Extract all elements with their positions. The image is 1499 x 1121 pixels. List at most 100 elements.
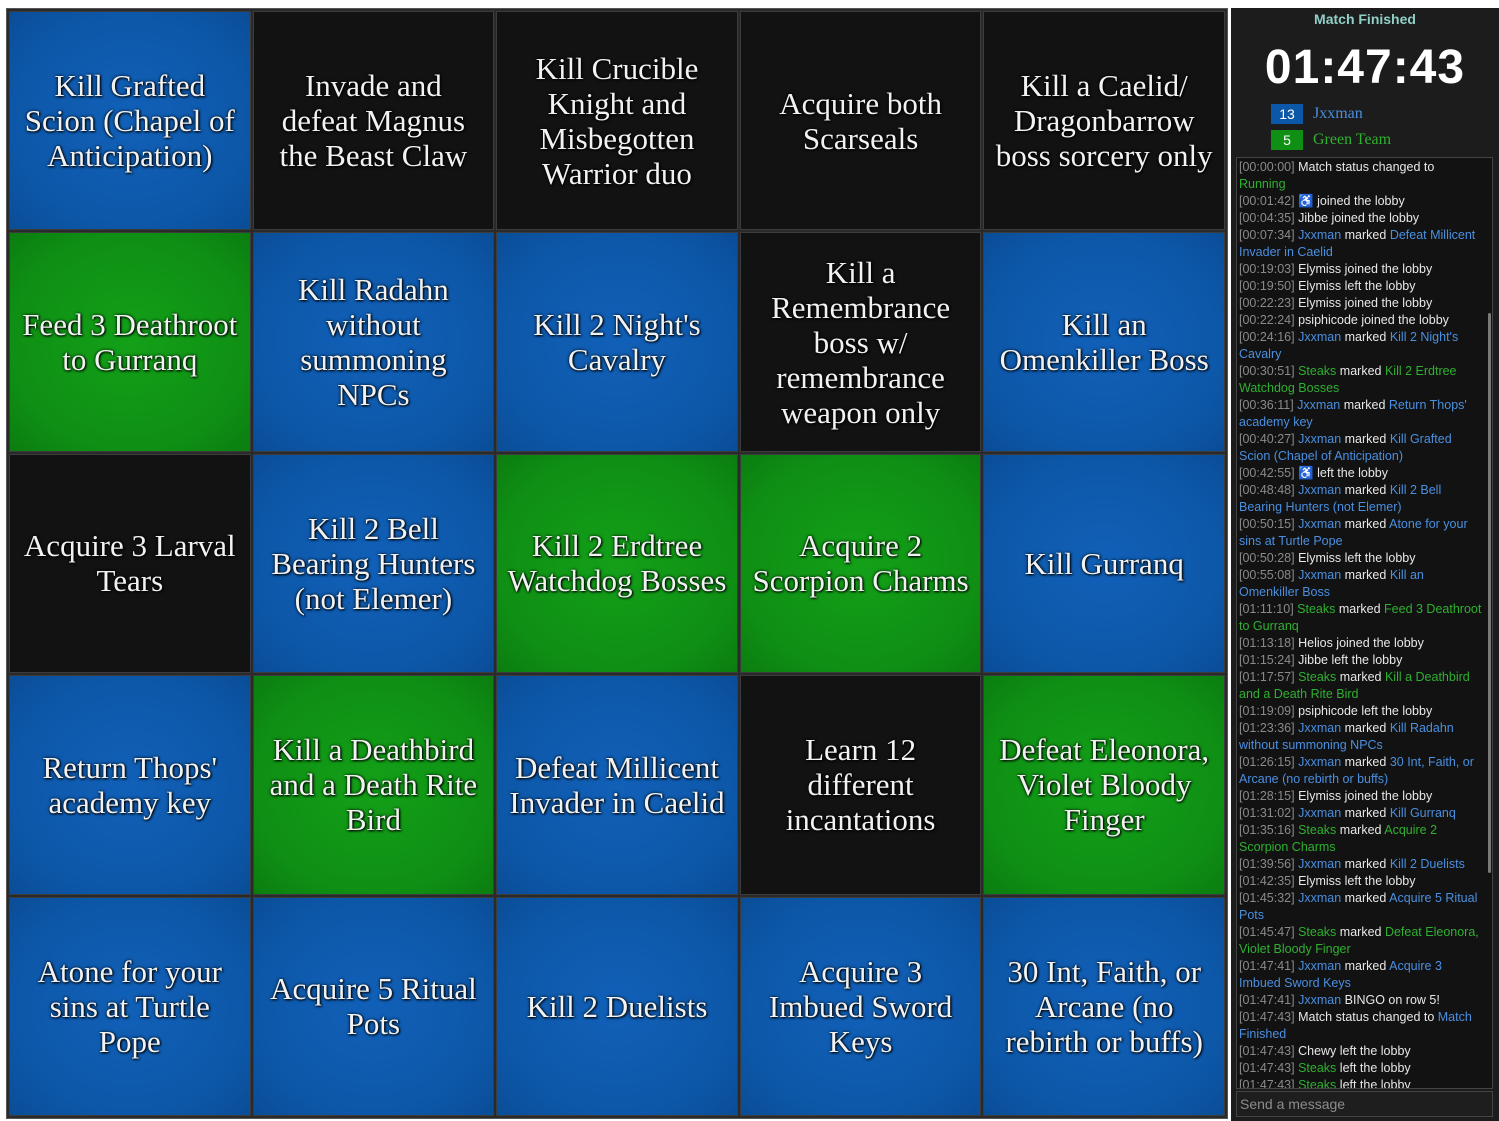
board-cell[interactable]: Kill 2 Erdtree Watchdog Bosses (496, 453, 738, 674)
board-cell[interactable]: Kill Radahn without summoning NPCs (252, 232, 495, 452)
log-text: Elymiss left the lobby (1298, 279, 1416, 293)
log-text: psiphicode left the lobby (1298, 704, 1433, 718)
log-text: Elymiss joined the lobby (1298, 789, 1433, 803)
log-entry: [00:19:03] Elymiss joined the lobby (1239, 261, 1490, 278)
log-highlight: Jxxman (1298, 517, 1342, 531)
log-entry: [00:36:11] Jxxman marked Return Thops' a… (1239, 397, 1490, 431)
board-cell[interactable]: Kill Grafted Scion (Chapel of Anticipati… (9, 11, 251, 231)
board-cell[interactable]: Feed 3 Deathroot to Gurranq (9, 232, 251, 452)
chat-input[interactable] (1236, 1091, 1493, 1117)
board-cell[interactable]: Acquire 5 Ritual Pots (252, 896, 495, 1116)
log-highlight: Jxxman (1298, 721, 1342, 735)
log-text: marked (1336, 670, 1385, 684)
log-entry: [00:00:00] Match status changed to Runni… (1239, 159, 1490, 193)
board-cell[interactable]: Invade and defeat Magnus the Beast Claw (252, 11, 495, 231)
log-entry: [00:50:28] Elymiss left the lobby (1239, 550, 1490, 567)
log-text: Elymiss left the lobby (1298, 551, 1416, 565)
log-text: marked (1336, 823, 1385, 837)
log-highlight: Jxxman (1298, 483, 1342, 497)
board-cell[interactable]: Defeat Millicent Invader in Caelid (496, 675, 738, 895)
log-entry: [00:40:27] Jxxman marked Kill Grafted Sc… (1239, 431, 1490, 465)
log-text: Jibbe left the lobby (1298, 653, 1403, 667)
board-cell[interactable]: Acquire 3 Larval Tears (9, 453, 251, 674)
event-log-entries: [00:00:00] Match status changed to Runni… (1239, 159, 1490, 1089)
log-entry: [01:35:16] Steaks marked Acquire 2 Scorp… (1239, 822, 1490, 856)
log-text: marked (1341, 721, 1390, 735)
board-cell[interactable]: Return Thops' academy key (9, 675, 251, 895)
log-timestamp: [00:07:34] (1239, 228, 1295, 242)
board-cell[interactable]: Learn 12 different incantations (739, 675, 982, 895)
log-entry: [01:45:32] Jxxman marked Acquire 5 Ritua… (1239, 890, 1490, 924)
log-timestamp: [01:47:41] (1239, 959, 1295, 973)
log-text: Elymiss left the lobby (1298, 874, 1416, 888)
team-score: 5 (1271, 130, 1303, 150)
log-scrollbar[interactable] (1488, 313, 1491, 873)
board-cell[interactable]: Kill an Omenkiller Boss (983, 232, 1225, 452)
log-entry: [01:28:15] Elymiss joined the lobby (1239, 788, 1490, 805)
board-cell[interactable]: Kill a Remembrance boss w/ remembrance w… (739, 232, 982, 452)
log-timestamp: [01:11:10] (1239, 602, 1294, 616)
log-entry: [01:15:24] Jibbe left the lobby (1239, 652, 1490, 669)
board-cell[interactable]: Kill 2 Bell Bearing Hunters (not Elemer) (252, 453, 495, 674)
board-cell[interactable]: Kill 2 Night's Cavalry (496, 232, 738, 452)
log-text: marked (1336, 925, 1385, 939)
log-timestamp: [00:40:27] (1239, 432, 1295, 446)
log-text: marked (1341, 568, 1390, 582)
board-cell[interactable]: Acquire 3 Imbued Sword Keys (739, 896, 982, 1116)
log-text: marked (1335, 602, 1385, 616)
log-text: marked (1340, 398, 1389, 412)
log-timestamp: [01:19:09] (1239, 704, 1295, 718)
log-entry: [01:39:56] Jxxman marked Kill 2 Duelists (1239, 856, 1490, 873)
log-text: Match status changed to (1298, 1010, 1438, 1024)
team-row[interactable]: 13 Jxxman (1271, 104, 1363, 124)
log-highlight: Steaks (1298, 1078, 1337, 1089)
log-entry: [00:01:42] ♿ joined the lobby (1239, 193, 1490, 210)
log-text: marked (1341, 432, 1390, 446)
log-timestamp: [00:19:50] (1239, 279, 1295, 293)
log-highlight: Jxxman (1298, 755, 1342, 769)
log-timestamp: [01:47:41] (1239, 993, 1295, 1007)
log-text: left the lobby (1336, 1078, 1411, 1089)
board-cell[interactable]: Kill 2 Duelists (496, 896, 738, 1116)
log-text: marked (1341, 330, 1390, 344)
event-log[interactable]: [00:00:00] Match status changed to Runni… (1236, 157, 1493, 1089)
log-entry: [00:19:50] Elymiss left the lobby (1239, 278, 1490, 295)
board-cell[interactable]: Defeat Eleonora, Violet Bloody Finger (983, 675, 1225, 895)
board-cell[interactable]: Kill Gurranq (983, 453, 1225, 674)
log-text: Match status changed to (1298, 160, 1435, 174)
log-entry: [00:42:55] ♿ left the lobby (1239, 465, 1490, 482)
board-cell[interactable]: Acquire both Scarseals (739, 11, 982, 231)
log-timestamp: [00:04:35] (1239, 211, 1295, 225)
log-highlight: Steaks (1298, 925, 1337, 939)
log-entry: [01:13:18] Helios joined the lobby (1239, 635, 1490, 652)
log-timestamp: [01:35:16] (1239, 823, 1295, 837)
board-cell[interactable]: 30 Int, Faith, or Arcane (no rebirth or … (983, 896, 1225, 1116)
log-text: psiphicode joined the lobby (1298, 313, 1449, 327)
board-cell[interactable]: Atone for your sins at Turtle Pope (9, 896, 251, 1116)
board-cell[interactable]: Kill a Deathbird and a Death Rite Bird (252, 675, 495, 895)
log-entry: [01:19:09] psiphicode left the lobby (1239, 703, 1490, 720)
log-highlight: Jxxman (1298, 891, 1342, 905)
log-text: ♿ left the lobby (1298, 466, 1389, 480)
log-text: ♿ joined the lobby (1298, 194, 1405, 208)
log-entry: [01:31:02] Jxxman marked Kill Gurranq (1239, 805, 1490, 822)
log-text: Helios joined the lobby (1298, 636, 1424, 650)
match-timer: 01:47:43 (1264, 41, 1466, 94)
board-cell[interactable]: Acquire 2 Scorpion Charms (739, 453, 982, 674)
log-timestamp: [01:47:43] (1239, 1010, 1295, 1024)
log-highlight: Jxxman (1298, 993, 1342, 1007)
log-entry: [00:55:08] Jxxman marked Kill an Omenkil… (1239, 567, 1490, 601)
log-highlight: Steaks (1297, 602, 1336, 616)
log-entry: [01:47:43] Chewy left the lobby (1239, 1043, 1490, 1060)
log-highlight: Running (1239, 177, 1286, 191)
log-timestamp: [01:45:47] (1239, 925, 1295, 939)
log-timestamp: [00:24:16] (1239, 330, 1295, 344)
log-timestamp: [01:45:32] (1239, 891, 1295, 905)
log-timestamp: [00:00:00] (1239, 160, 1295, 174)
log-text: Chewy left the lobby (1298, 1044, 1411, 1058)
board-cell[interactable]: Kill Crucible Knight and Misbegotten War… (496, 11, 738, 231)
log-timestamp: [00:22:23] (1239, 296, 1295, 310)
team-row[interactable]: 5 Green Team (1271, 130, 1391, 150)
log-timestamp: [00:36:11] (1239, 398, 1294, 412)
board-cell[interactable]: Kill a Caelid/ Dragonbarrow boss sorcery… (983, 11, 1225, 231)
